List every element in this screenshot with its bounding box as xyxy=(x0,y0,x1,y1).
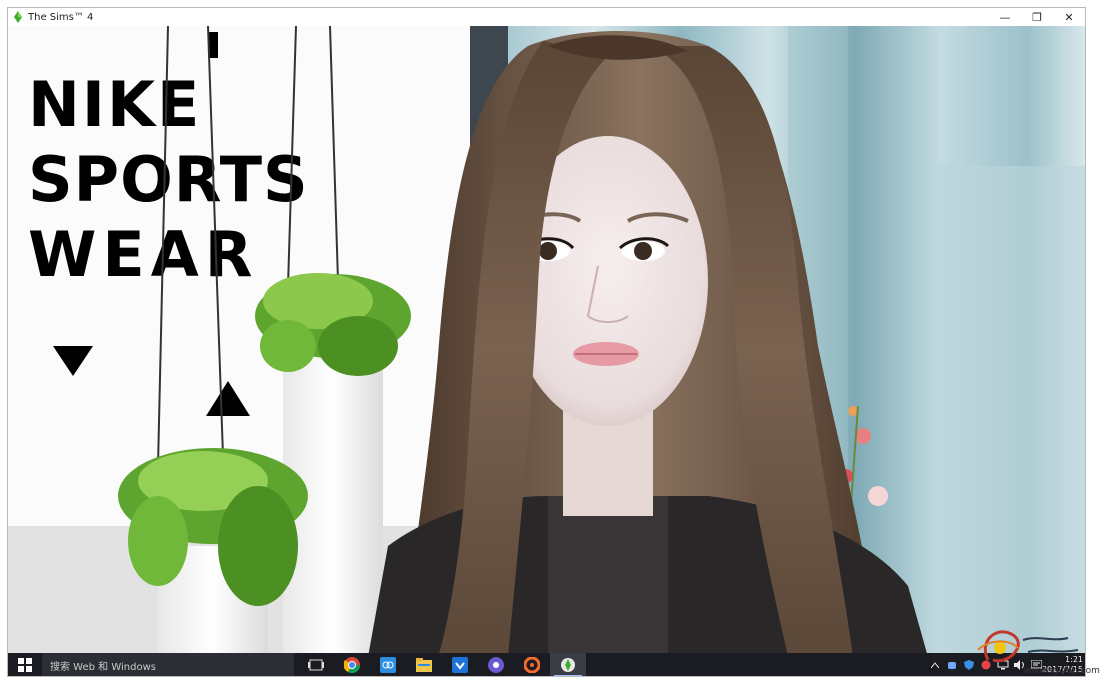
windows-logo-icon xyxy=(18,658,32,672)
media-icon[interactable] xyxy=(478,653,514,676)
photos-icon[interactable] xyxy=(370,653,406,676)
game-window: The Sims™ 4 — ❐ ✕ NIKE SPORTS WEAR 搜索 We… xyxy=(7,7,1086,677)
chrome-icon[interactable] xyxy=(334,653,370,676)
sims-plumbob-icon xyxy=(14,11,22,23)
minimize-button[interactable]: — xyxy=(989,8,1021,26)
origin-icon[interactable] xyxy=(514,653,550,676)
shield-browser-icon[interactable] xyxy=(442,653,478,676)
task-view-icon[interactable] xyxy=(298,653,334,676)
search-input[interactable]: 搜索 Web 和 Windows xyxy=(42,653,294,676)
poster-line-3: WEAR xyxy=(28,218,258,291)
window-title: The Sims™ 4 xyxy=(28,11,94,23)
watermark-text: www.sglyhp.com xyxy=(1024,666,1100,676)
cloud-icon[interactable] xyxy=(943,653,960,676)
close-button[interactable]: ✕ xyxy=(1053,8,1085,26)
chevron-up-icon[interactable] xyxy=(926,653,943,676)
title-bar[interactable]: The Sims™ 4 — ❐ ✕ xyxy=(8,8,1085,26)
file-explorer-icon[interactable] xyxy=(406,653,442,676)
sims4-icon[interactable] xyxy=(550,653,586,676)
taskbar: 搜索 Web 和 Windows 1:21 2017/7/15 xyxy=(8,653,1085,676)
poster-line-1: NIKE xyxy=(28,68,201,141)
hanging-plant-top xyxy=(255,273,411,376)
poster-line-2: SPORTS xyxy=(28,143,309,216)
start-button[interactable] xyxy=(8,653,42,676)
restore-button[interactable]: ❐ xyxy=(1021,8,1053,26)
game-scene: NIKE SPORTS WEAR xyxy=(8,26,1085,657)
game-viewport[interactable]: NIKE SPORTS WEAR xyxy=(8,26,1085,657)
